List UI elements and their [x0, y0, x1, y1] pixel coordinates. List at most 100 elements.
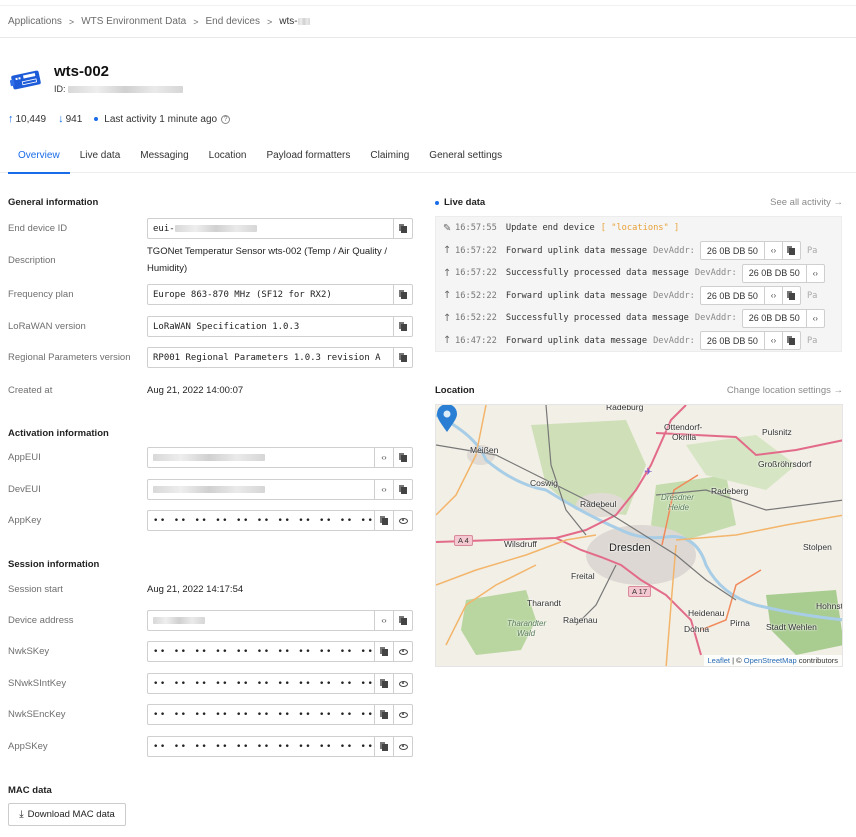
live-event-row[interactable]: ↑ 16:57:22 Forward uplink data message D… — [436, 240, 841, 263]
device-address-label: Device address — [8, 615, 74, 626]
deveui-field[interactable]: ‹› — [147, 479, 413, 500]
event-message: Forward uplink data message — [505, 335, 648, 346]
map-attribution: Leaflet | © OpenStreetMap contributors — [703, 655, 842, 666]
live-event-row[interactable]: ✎ 16:57:55 Update end device [ "location… — [436, 217, 841, 240]
tab-overview[interactable]: Overview — [8, 146, 70, 174]
tab-location[interactable]: Location — [199, 146, 257, 173]
breadcrumb-current-label: wts- — [279, 16, 298, 27]
toggle-format-button[interactable]: ‹› — [805, 309, 824, 327]
lorawan-version-field[interactable]: LoRaWAN Specification 1.0.3 — [147, 316, 413, 337]
toggle-format-button[interactable]: ‹› — [374, 611, 393, 630]
appskey-field[interactable]: •• •• •• •• •• •• •• •• •• •• •• •• •• •… — [147, 736, 413, 757]
toggle-format-button[interactable]: ‹› — [763, 287, 782, 305]
map-label: Stadt Wehlen — [766, 622, 817, 632]
tab-claiming[interactable]: Claiming — [360, 146, 419, 173]
map-label: Hohnste — [816, 601, 843, 611]
traffic-stats: ↑ 10,449 ↓ 941 Last activity 1 minute ag… — [8, 113, 231, 125]
map-label: Wald — [517, 629, 536, 638]
copy-button[interactable] — [374, 674, 393, 693]
session-start-label: Session start — [8, 584, 63, 595]
copy-button[interactable] — [393, 219, 412, 238]
copy-button[interactable] — [393, 480, 412, 499]
location-marker-icon[interactable] — [436, 405, 458, 433]
see-all-activity-link[interactable]: See all activity → — [770, 197, 843, 208]
copy-button[interactable] — [393, 317, 412, 336]
leaflet-link[interactable]: Leaflet — [708, 656, 731, 665]
copy-button[interactable] — [374, 705, 393, 724]
frequency-plan-field[interactable]: Europe 863-870 MHz (SF12 for RX2) — [147, 284, 413, 305]
copy-button[interactable] — [374, 642, 393, 661]
map-label: Pirna — [730, 618, 750, 628]
snwksintkey-label: SNwkSIntKey — [8, 678, 67, 689]
event-message: Successfully processed data message — [505, 313, 689, 324]
location-map[interactable]: ✈ Radeburg Meißen Coswig Radebeul Ottend… — [435, 404, 843, 667]
toggle-format-button[interactable]: ‹› — [805, 264, 824, 282]
copy-button[interactable] — [781, 332, 800, 350]
devaddr-chip: 26 0B DB 50 ‹› — [741, 308, 825, 328]
toggle-format-button[interactable]: ‹› — [374, 448, 393, 467]
show-key-button[interactable] — [393, 737, 412, 756]
end-device-id-field[interactable]: eui- — [147, 218, 413, 239]
toggle-format-button[interactable]: ‹› — [763, 332, 782, 350]
tab-payload-formatters[interactable]: Payload formatters — [256, 146, 360, 173]
payload-key-truncated: Pa — [806, 290, 818, 301]
live-data-header: Live data See all activity → — [435, 197, 843, 208]
appeui-row: AppEUI ‹› — [8, 447, 418, 468]
copy-button[interactable] — [374, 511, 393, 530]
created-at-value: Aug 21, 2022 14:00:07 — [147, 385, 244, 396]
map-label: Heide — [668, 503, 689, 512]
breadcrumb-application[interactable]: WTS Environment Data — [81, 16, 186, 27]
copy-button[interactable] — [393, 448, 412, 467]
copy-button[interactable] — [781, 287, 800, 305]
copy-button[interactable] — [393, 285, 412, 304]
nwkskey-field[interactable]: •• •• •• •• •• •• •• •• •• •• •• •• •• •… — [147, 641, 413, 662]
copy-button[interactable] — [393, 348, 412, 367]
uplink-arrow-icon: ↑ — [443, 245, 452, 257]
snwksintkey-row: SNwkSIntKey •• •• •• •• •• •• •• •• •• •… — [8, 673, 418, 694]
live-event-row[interactable]: ↑ 16:52:22 Successfully processed data m… — [436, 307, 841, 330]
show-key-button[interactable] — [393, 511, 412, 530]
map-label: Stolpen — [803, 542, 832, 552]
toggle-format-button[interactable]: ‹› — [763, 242, 782, 260]
breadcrumb-applications[interactable]: Applications — [8, 16, 62, 27]
device-address-field[interactable]: ‹› — [147, 610, 413, 631]
show-key-button[interactable] — [393, 642, 412, 661]
attribution-separator: | © — [730, 656, 744, 665]
tab-messaging[interactable]: Messaging — [130, 146, 198, 173]
devaddr-value: 26 0B DB 50 — [706, 245, 758, 256]
copy-button[interactable] — [781, 242, 800, 260]
last-activity: Last activity 1 minute ago — [104, 113, 218, 125]
frequency-plan-label: Frequency plan — [8, 289, 74, 300]
tab-general-settings[interactable]: General settings — [419, 146, 512, 173]
live-data-list[interactable]: ✎ 16:57:55 Update end device [ "location… — [435, 216, 842, 352]
live-event-row[interactable]: ↑ 16:57:22 Successfully processed data m… — [436, 262, 841, 285]
appkey-label: AppKey — [8, 515, 42, 526]
appeui-field[interactable]: ‹› — [147, 447, 413, 468]
toggle-format-button[interactable]: ‹› — [374, 480, 393, 499]
breadcrumb-end-devices[interactable]: End devices — [206, 16, 260, 27]
download-mac-data-button[interactable]: ⤓ Download MAC data — [8, 803, 126, 826]
redacted-text — [174, 225, 257, 232]
nwksenckey-field[interactable]: •• •• •• •• •• •• •• •• •• •• •• •• •• •… — [147, 704, 413, 725]
copy-button[interactable] — [374, 737, 393, 756]
show-key-button[interactable] — [393, 674, 412, 693]
urban-dresden — [586, 525, 696, 585]
nwksenckey-label: NwkSEncKey — [8, 709, 66, 720]
appkey-field[interactable]: •• •• •• •• •• •• •• •• •• •• •• •• •• •… — [147, 510, 413, 531]
appkey-row: AppKey •• •• •• •• •• •• •• •• •• •• •• … — [8, 510, 418, 531]
event-time: 16:57:22 — [455, 268, 497, 279]
show-key-button[interactable] — [393, 705, 412, 724]
attribution-tail: contributors — [796, 656, 838, 665]
live-event-row[interactable]: ↑ 16:47:22 Forward uplink data message D… — [436, 330, 841, 352]
help-icon[interactable]: ? — [221, 114, 231, 124]
regional-params-field[interactable]: RP001 Regional Parameters 1.0.3 revision… — [147, 347, 413, 368]
tab-live-data[interactable]: Live data — [70, 146, 131, 173]
copy-button[interactable] — [393, 611, 412, 630]
copy-icon — [380, 679, 388, 688]
snwksintkey-field[interactable]: •• •• •• •• •• •• •• •• •• •• •• •• •• •… — [147, 673, 413, 694]
change-location-settings-link[interactable]: Change location settings → — [727, 385, 843, 396]
description-label: Description — [8, 254, 56, 266]
live-event-row[interactable]: ↑ 16:52:22 Forward uplink data message D… — [436, 285, 841, 308]
openstreetmap-link[interactable]: OpenStreetMap — [744, 656, 797, 665]
nwksenckey-row: NwkSEncKey •• •• •• •• •• •• •• •• •• ••… — [8, 704, 418, 725]
